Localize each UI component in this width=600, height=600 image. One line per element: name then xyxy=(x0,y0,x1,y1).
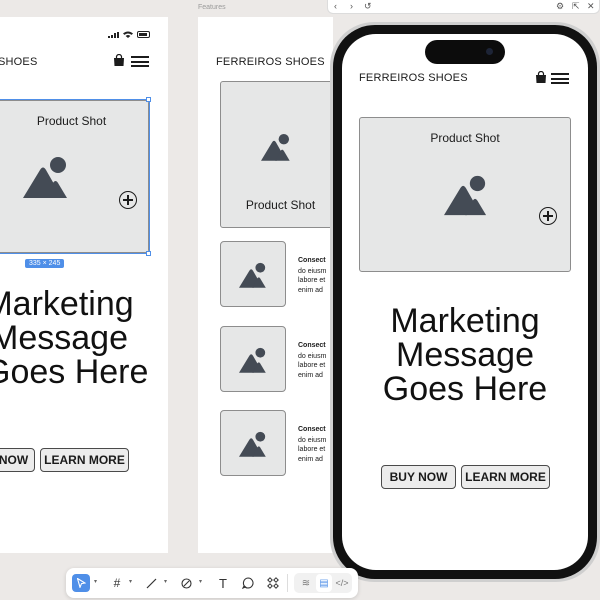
image-placeholder-icon xyxy=(239,431,266,457)
resize-handle[interactable] xyxy=(146,251,151,256)
phone-bezel: FERREIROS SHOES Product Shot Marketing M… xyxy=(333,25,597,579)
marketing-line: Marketing xyxy=(390,302,540,340)
feature-body: do eiusm labore et enim ad xyxy=(298,353,327,379)
battery-icon xyxy=(137,31,150,38)
phone-preview: FERREIROS SHOES Product Shot Marketing M… xyxy=(330,22,600,582)
brand-name: SHOES xyxy=(0,56,38,68)
design-toolbar: ▾ # ▾ ▾ ▾ T ≋ ▤ </> xyxy=(66,568,358,598)
feature-title: Consect xyxy=(298,257,326,264)
pen-tool-icon[interactable] xyxy=(178,574,194,592)
prototype-mode-icon[interactable]: ▤ xyxy=(316,574,332,592)
image-placeholder-icon xyxy=(23,157,67,198)
learn-more-button[interactable]: LEARN MORE xyxy=(40,448,129,472)
signal-icon xyxy=(108,31,119,38)
feature-title: Consect xyxy=(298,342,326,349)
feature-body: do eiusm labore et enim ad xyxy=(298,268,327,294)
learn-more-button[interactable]: LEARN MORE xyxy=(461,465,550,489)
buy-now-button[interactable]: BUY NOW xyxy=(381,465,456,489)
chevron-down-icon[interactable]: ▾ xyxy=(129,578,132,585)
product-shot-label: Product Shot xyxy=(36,114,107,128)
dimension-badge: 335 × 245 xyxy=(25,259,65,268)
product-shot-placeholder[interactable]: Product Shot xyxy=(220,81,333,228)
wifi-icon xyxy=(123,31,133,38)
product-shot-label: Product Shot xyxy=(430,131,500,145)
external-link-icon[interactable]: ⇱ xyxy=(572,1,580,11)
product-shot-placeholder[interactable]: Product Shot xyxy=(359,117,571,272)
marketing-line: Goes Here xyxy=(0,353,149,391)
marketing-line: Message xyxy=(396,336,534,374)
features-frame[interactable]: FERREIROS SHOES Product Shot Consect do … xyxy=(198,17,333,553)
mobile-frame-left[interactable]: SHOES Product Shot 335 × 245 Marketing M… xyxy=(0,17,168,553)
menu-icon[interactable] xyxy=(551,73,569,84)
feature-thumbnail[interactable] xyxy=(220,241,286,307)
resize-handle[interactable] xyxy=(146,97,151,102)
frame-label[interactable]: Features xyxy=(198,4,226,11)
design-mode-icon[interactable]: ≋ xyxy=(298,574,314,592)
add-icon[interactable] xyxy=(539,207,557,225)
image-placeholder-icon xyxy=(444,175,487,216)
feature-title: Consect xyxy=(298,426,326,433)
image-placeholder-icon xyxy=(239,347,266,373)
components-icon[interactable] xyxy=(265,574,281,592)
marketing-headline: Marketing Message Goes Here xyxy=(342,304,588,406)
marketing-line: Message xyxy=(0,319,128,357)
close-icon[interactable]: ✕ xyxy=(587,1,595,11)
camera-icon xyxy=(486,48,493,55)
product-shot-placeholder[interactable]: Product Shot xyxy=(0,100,149,253)
brand-name: FERREIROS SHOES xyxy=(359,72,468,84)
feature-thumbnail[interactable] xyxy=(220,410,286,476)
marketing-line: Marketing xyxy=(0,285,134,323)
undo-icon[interactable]: ↺ xyxy=(364,1,372,11)
forward-arrow-icon[interactable]: › xyxy=(350,1,353,11)
image-placeholder-icon xyxy=(239,262,266,288)
phone-screen[interactable]: FERREIROS SHOES Product Shot Marketing M… xyxy=(342,34,588,570)
toolbar-divider xyxy=(287,574,288,592)
dynamic-island xyxy=(425,40,505,64)
shopping-bag-icon[interactable] xyxy=(113,54,125,66)
code-mode-icon[interactable]: </> xyxy=(334,574,350,592)
line-tool-icon[interactable] xyxy=(143,574,159,592)
status-bar xyxy=(108,31,150,38)
chevron-down-icon[interactable]: ▾ xyxy=(164,578,167,585)
shopping-bag-icon[interactable] xyxy=(535,71,547,83)
frame-tool-icon[interactable]: # xyxy=(109,574,125,592)
feature-body: do eiusm labore et enim ad xyxy=(298,437,327,463)
buy-now-button[interactable]: NOW xyxy=(0,448,35,472)
feature-thumbnail[interactable] xyxy=(220,326,286,392)
inspect-icon[interactable]: ⚙ xyxy=(556,1,564,11)
image-placeholder-icon xyxy=(261,133,290,161)
text-tool-icon[interactable]: T xyxy=(215,574,231,592)
chevron-down-icon[interactable]: ▾ xyxy=(199,578,202,585)
add-icon[interactable] xyxy=(119,191,137,209)
back-arrow-icon[interactable]: ‹ xyxy=(334,1,337,11)
marketing-line: Goes Here xyxy=(382,370,548,408)
marketing-headline: Marketing Message Goes Here xyxy=(0,285,149,391)
preview-toolbar: ‹ › ↺ ⚙ ⇱ ✕ xyxy=(327,0,600,14)
move-tool-icon[interactable] xyxy=(72,574,90,592)
comment-icon[interactable] xyxy=(240,574,256,592)
brand-name: FERREIROS SHOES xyxy=(216,56,325,68)
chevron-down-icon[interactable]: ▾ xyxy=(94,578,97,585)
menu-icon[interactable] xyxy=(131,56,149,67)
product-shot-label: Product Shot xyxy=(245,198,316,212)
